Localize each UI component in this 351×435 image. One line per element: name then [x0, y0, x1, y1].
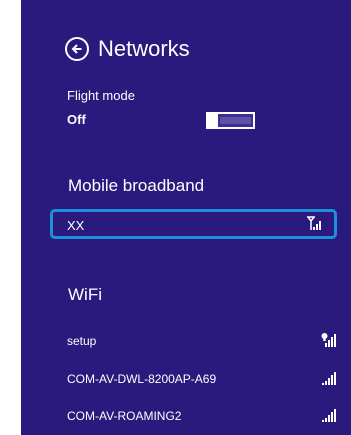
toggle-thumb[interactable]: [208, 112, 218, 129]
wifi-item[interactable]: setup: [67, 330, 337, 354]
signal-bars-antenna-icon: [307, 216, 321, 230]
flight-mode-toggle[interactable]: [206, 112, 255, 129]
page-title: Networks: [98, 36, 190, 61]
back-button[interactable]: [65, 37, 89, 61]
toggle-track: [220, 117, 251, 124]
mobile-broadband-item[interactable]: XX: [50, 209, 337, 239]
signal-bars-icon: [322, 372, 336, 385]
wifi-heading: WiFi: [68, 285, 102, 304]
mobile-broadband-heading: Mobile broadband: [68, 176, 205, 195]
flight-mode-state: Off: [67, 112, 86, 127]
wifi-secured-signal-icon: [321, 333, 336, 347]
wifi-item[interactable]: COM-AV-DWL-8200AP-A69: [67, 368, 337, 392]
network-name: setup: [67, 334, 97, 348]
flight-mode-label: Flight mode: [67, 88, 135, 103]
network-name: XX: [67, 218, 85, 233]
network-name: COM-AV-DWL-8200AP-A69: [67, 372, 217, 386]
wifi-item[interactable]: COM-AV-ROAMING2: [67, 405, 337, 429]
back-arrow-icon: [71, 44, 82, 54]
network-name: COM-AV-ROAMING2: [67, 409, 182, 423]
signal-bars-icon: [322, 409, 336, 422]
network-panel: Networks Flight mode Off Mobile broadban…: [21, 0, 351, 435]
panel-header: Networks: [65, 36, 190, 62]
